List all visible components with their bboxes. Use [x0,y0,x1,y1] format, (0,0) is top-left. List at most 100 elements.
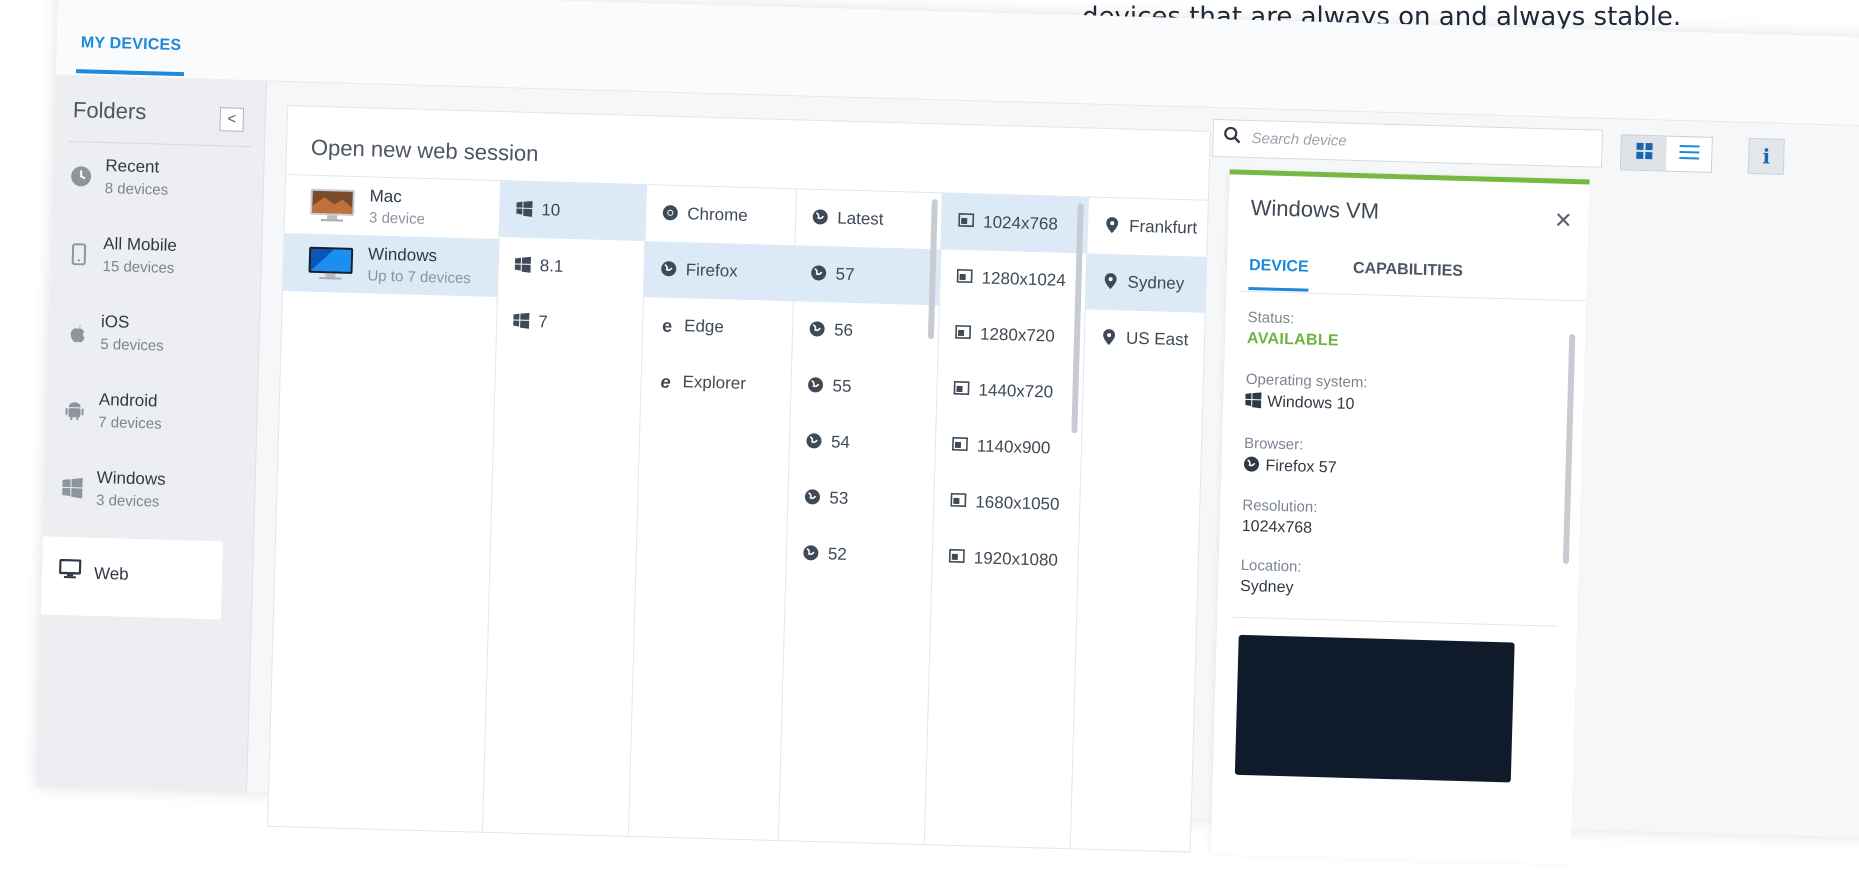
browser-value: Firefox 57 [1243,456,1337,478]
screen-icon [957,213,975,231]
firefox-icon [809,265,827,283]
windows-icon [60,477,85,502]
resolution-item[interactable]: 1280x1024 [939,249,1087,309]
sidebar-item-all-mobile[interactable]: All Mobile 15 devices [50,221,262,305]
browser-version-label: 52 [827,544,848,564]
search-input[interactable]: Search device [1251,130,1347,150]
browser-value-text: Firefox 57 [1265,457,1337,477]
browser-version-label: 54 [830,432,851,452]
resolution-item[interactable]: 1440x720 [936,361,1084,421]
os-version-item[interactable]: 10 [498,181,647,242]
close-button[interactable]: ✕ [1554,207,1573,234]
browser-item[interactable]: e Explorer [640,353,792,413]
sidebar-item-web[interactable]: Web [40,536,223,620]
browser-version-label: 53 [829,488,849,508]
collapse-sidebar-button[interactable]: < [219,107,245,132]
os-version-column: 10 8.1 7 [481,181,648,836]
browser-version-item[interactable]: 52 [785,525,933,585]
mac-thumbnail-icon [310,188,355,222]
location-label: Location: [1240,556,1302,576]
status-badge: AVAILABLE [1246,329,1340,350]
browser-version-label: 56 [833,320,854,340]
map-pin-icon [1100,329,1118,347]
device-details-panel: Windows VM ✕ DEVICE CAPABILITIES Status:… [1210,169,1590,865]
app-window: MY DEVICES Folders < Recent 8 devices Al… [36,0,1859,865]
sidebar-item-count: 15 devices [102,257,175,277]
browser-label: Browser: [1243,434,1304,454]
location-item[interactable]: Frankfurt [1086,197,1208,256]
sidebar-item-recent[interactable]: Recent 8 devices [52,143,264,227]
os-item-windows[interactable]: Windows Up to 7 devices [282,233,499,297]
clock-icon [69,165,94,190]
sidebar-item-android[interactable]: Android 7 devices [45,376,257,460]
panel-scrollbar[interactable] [1562,333,1576,565]
app-window-wrapper: MY DEVICES Folders < Recent 8 devices Al… [0,0,1859,865]
sidebar-item-label: Android [98,389,158,411]
os-field: Operating system: Windows 10 [1245,371,1368,414]
grid-view-button[interactable] [1620,135,1667,171]
location-field: Location: Sydney [1240,557,1302,598]
browser-version-item[interactable]: 57 [792,245,941,306]
panel-title: Windows VM [1250,195,1380,224]
browser-item[interactable]: e Edge [641,297,793,357]
search-field[interactable]: Search device [1212,118,1604,168]
info-icon: i [1762,144,1771,169]
browser-version-item[interactable]: Latest [794,189,942,249]
windows-icon [514,256,532,274]
sidebar-item-count: 8 devices [104,180,169,199]
os-label: Operating system: [1245,370,1368,392]
resolution-label: 1680x1050 [975,492,1060,514]
resolution-label: 1280x1024 [981,268,1066,290]
os-version-label: 7 [537,312,548,332]
os-version-label: 8.1 [539,256,564,276]
browser-label: Explorer [682,372,747,393]
tab-capabilities[interactable]: CAPABILITIES [1353,260,1463,281]
resolution-label: 1140x900 [976,436,1051,458]
tab-device[interactable]: DEVICE [1248,256,1309,292]
resolution-item[interactable]: 1920x1080 [931,529,1079,589]
browser-version-item[interactable]: 56 [791,301,939,361]
os-version-item[interactable]: 7 [495,293,643,353]
resolution-item[interactable]: 1024x768 [940,193,1088,254]
screen-icon [952,380,970,399]
view-toggle [1619,134,1713,173]
grid-icon [1635,141,1654,164]
folders-sidebar: Folders < Recent 8 devices All Mobile 15… [36,74,267,793]
screen-icon [948,548,966,567]
sidebar-item-label: All Mobile [102,233,178,256]
sidebar-item-ios[interactable]: iOS 5 devices [48,299,260,383]
browser-version-item[interactable]: 54 [788,413,936,473]
browser-item[interactable]: Chrome [645,185,797,245]
location-item[interactable]: US East [1083,309,1205,368]
browser-item[interactable]: Firefox [642,241,795,302]
screen-icon [954,325,972,343]
sidebar-item-label: iOS [100,311,130,332]
panel-divider [1231,616,1558,627]
folders-title: Folders [72,97,147,125]
location-item[interactable]: Sydney [1084,253,1207,313]
resolution-item[interactable]: 1280x720 [937,305,1085,365]
screen-icon [955,269,973,287]
sidebar-item-windows[interactable]: Windows 3 devices [43,454,255,538]
browser-version-column: Latest 57 56 55 54 53 52 [777,189,943,845]
browser-label: Chrome [687,204,749,225]
status-label: Status: [1247,308,1295,328]
os-item-mac[interactable]: Mac 3 device [285,175,501,239]
firefox-icon [803,489,821,507]
browser-label: Edge [683,316,725,337]
os-version-item[interactable]: 8.1 [497,237,645,297]
resolution-item[interactable]: 1140x900 [934,417,1082,477]
os-value-text: Windows 10 [1267,393,1355,413]
browser-version-item[interactable]: 55 [790,357,938,417]
os-value: Windows 10 [1245,392,1367,414]
phone-icon [67,243,92,268]
firefox-icon [805,433,823,451]
tab-my-devices[interactable]: MY DEVICES [75,29,186,77]
resolution-item[interactable]: 1680x1050 [933,473,1081,533]
list-view-button[interactable] [1666,137,1712,172]
resolution-label: 1920x1080 [973,548,1059,570]
info-button[interactable]: i [1747,137,1785,175]
browser-version-item[interactable]: 53 [787,469,935,529]
resolution-column: 1024x768 1280x1024 1280x720 1440x720 114… [923,193,1089,849]
location-column: Frankfurt Sydney US East [1070,197,1208,851]
